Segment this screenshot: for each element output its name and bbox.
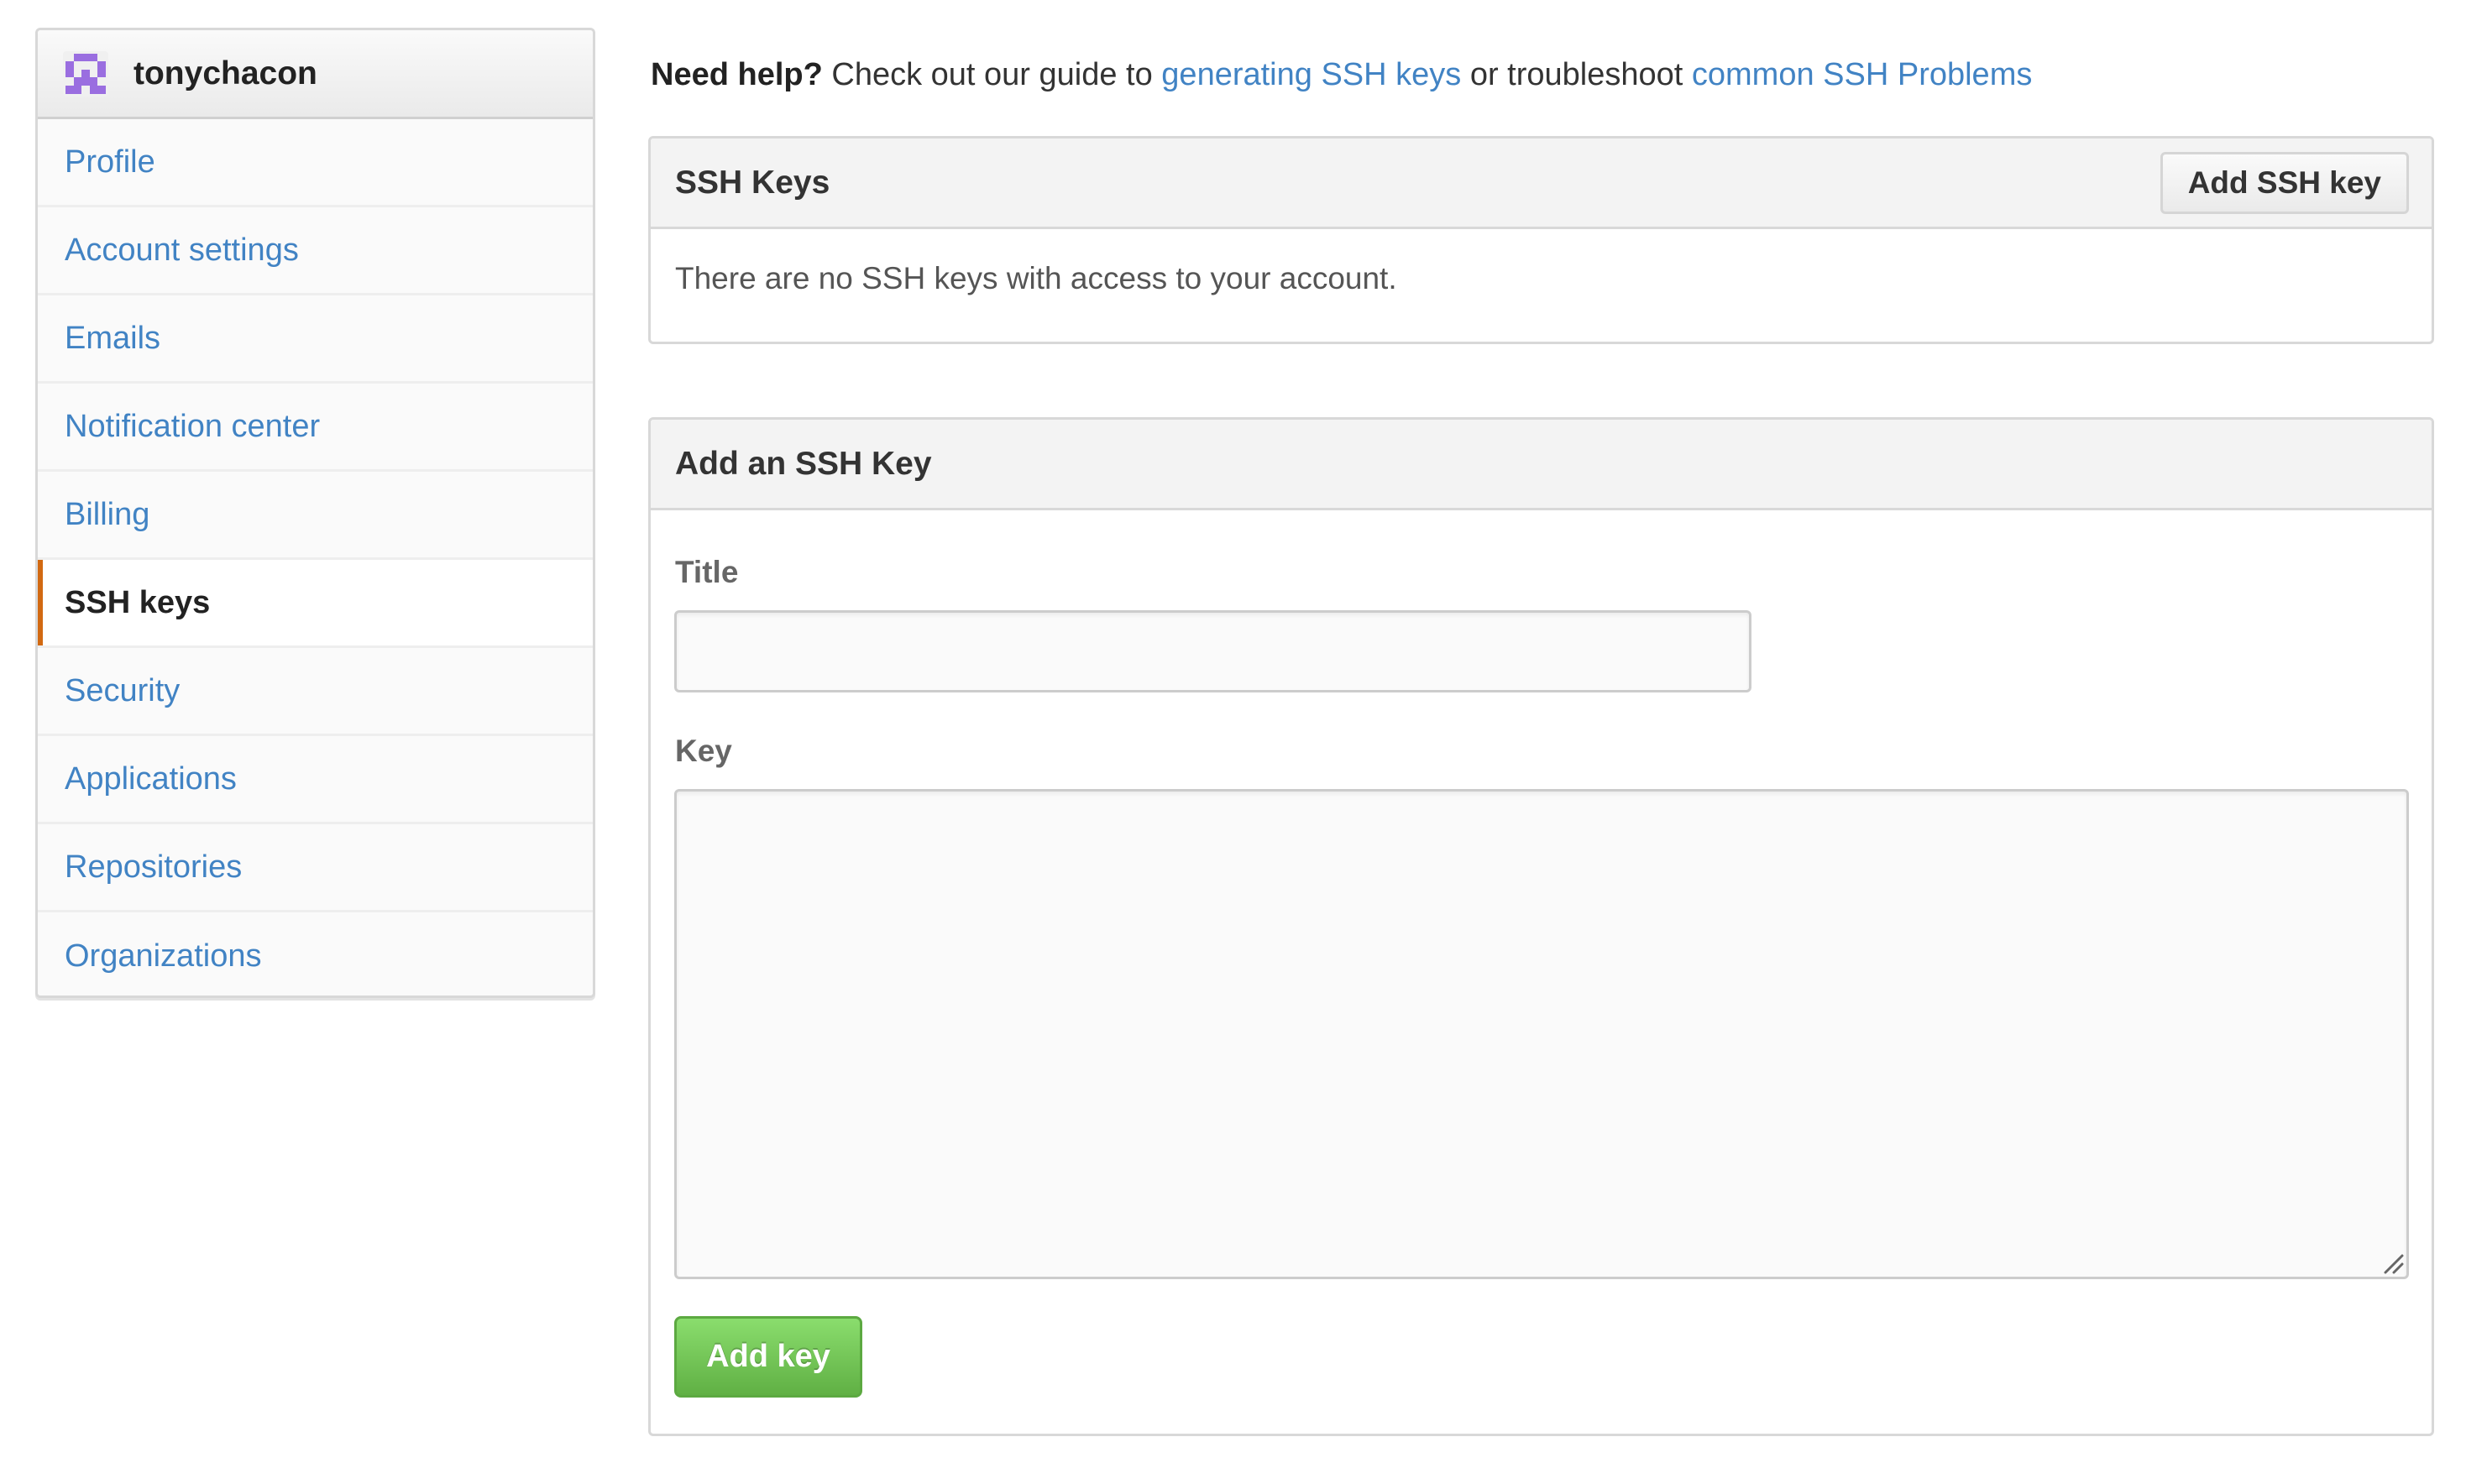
sidebar-item-security[interactable]: Security [38,648,593,736]
sidebar-item-profile[interactable]: Profile [38,119,593,207]
avatar-pixel [97,61,106,70]
avatar-pixel [89,53,98,62]
avatar-pixel [74,70,82,78]
sidebar-item-label: Repositories [65,849,243,885]
sidebar-item-label: Emails [65,320,161,356]
avatar-pixel [73,85,82,94]
avatar-pixel [89,85,98,94]
sidebar-item-label: SSH keys [65,584,211,620]
sidebar-item-ssh-keys[interactable]: SSH keys [38,560,593,648]
avatar-pixel [97,54,106,62]
avatar-pixel [73,77,82,86]
username: tonychacon [134,55,317,91]
avatar-pixel [81,86,90,94]
ssh-keys-empty-message: There are no SSH keys with access to you… [675,261,1397,295]
sidebar-header: tonychacon [38,30,593,119]
avatar-identicon-icon [63,50,108,97]
avatar-pixel [89,77,98,86]
sidebar-item-label: Account settings [65,232,299,268]
avatar-pixel [90,61,98,70]
avatar-pixel [81,61,90,70]
sidebar-item-organizations[interactable]: Organizations [38,912,593,995]
add-ssh-key-form: Title Key Add key [651,510,2432,1434]
sidebar-item-label: Billing [65,496,150,532]
avatar-pixel [65,69,74,78]
sidebar-nav-list: Profile Account settings Emails Notifica… [38,119,593,995]
generating-ssh-keys-link[interactable]: generating SSH keys [1161,57,1461,92]
avatar-pixel [81,53,90,62]
avatar-pixel [97,77,106,86]
avatar-pixel [73,53,82,62]
add-ssh-key-button[interactable]: Add SSH key [2160,151,2409,214]
avatar-pixel [97,69,106,78]
add-key-submit-button[interactable]: Add key [674,1316,862,1398]
avatar-pixel [65,85,74,94]
sidebar-item-applications[interactable]: Applications [38,736,593,824]
avatar-pixel [81,77,90,86]
ssh-keys-panel-header: SSH Keys Add SSH key [651,138,2432,229]
title-input[interactable] [674,610,1751,692]
help-prefix: Need help? [651,57,823,92]
avatar-pixel [65,54,74,62]
add-ssh-key-panel-header: Add an SSH Key [651,420,2432,510]
avatar-pixel [74,61,82,70]
avatar-pixel [65,77,74,86]
sidebar-item-label: Organizations [65,938,262,974]
help-text-part: or troubleshoot [1461,57,1692,92]
key-textarea[interactable] [674,789,2409,1279]
help-text-part: Check out our guide to [822,57,1162,92]
sidebar-item-account-settings[interactable]: Account settings [38,207,593,295]
sidebar-item-label: Profile [65,144,155,180]
add-ssh-key-panel-title: Add an SSH Key [675,445,932,482]
avatar-pixel [65,61,74,70]
sidebar-item-label: Security [65,672,181,708]
sidebar-item-notification-center[interactable]: Notification center [38,384,593,472]
sidebar-item-billing[interactable]: Billing [38,472,593,560]
key-field-label: Key [675,734,732,768]
ssh-keys-panel-title: SSH Keys [675,164,830,201]
sidebar-item-emails[interactable]: Emails [38,295,593,384]
avatar-pixel [97,85,106,94]
common-ssh-problems-link[interactable]: common SSH Problems [1692,57,2032,92]
help-text: Need help? Check out our guide to genera… [651,57,2032,93]
settings-sidebar: tonychacon Profile Account settings Emai… [35,28,595,998]
avatar-pixel [81,69,90,78]
sidebar-item-repositories[interactable]: Repositories [38,824,593,912]
resize-handle-icon[interactable] [2382,1252,2404,1274]
ssh-keys-panel: SSH Keys Add SSH key There are no SSH ke… [648,136,2434,344]
title-field-label: Title [675,555,739,589]
sidebar-item-label: Applications [65,760,237,797]
add-ssh-key-panel: Add an SSH Key Title Key Add key [648,417,2434,1436]
avatar-pixel [90,70,98,78]
sidebar-item-label: Notification center [65,408,321,444]
